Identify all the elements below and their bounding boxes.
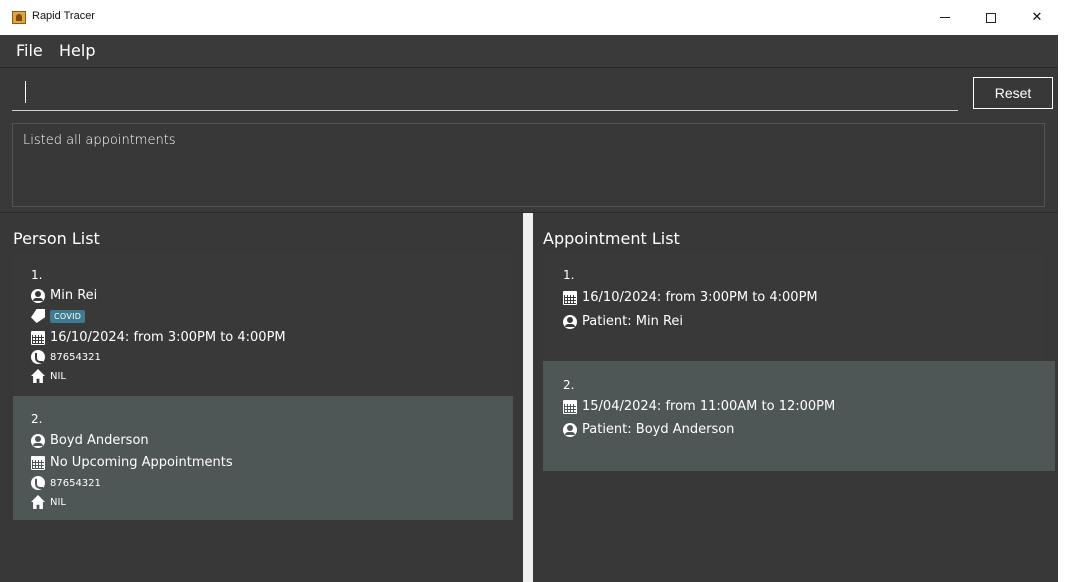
command-input[interactable] <box>12 75 958 111</box>
person-tag-row: COVID <box>31 309 86 323</box>
app-icon <box>12 11 26 24</box>
person-icon <box>563 422 577 437</box>
person-phone-row: 87654321 <box>31 350 101 364</box>
maximize-icon <box>986 12 996 23</box>
person-index: 2. <box>31 412 43 426</box>
window-title: Rapid Tracer <box>32 10 95 22</box>
menu-file[interactable]: File <box>16 41 43 60</box>
close-button[interactable]: ✕ <box>1014 0 1060 35</box>
minimize-icon <box>940 17 950 18</box>
panel-splitter[interactable] <box>523 213 533 582</box>
appointment-patient-row: Patient: Min Rei <box>563 314 683 329</box>
person-phone-row: 87654321 <box>31 476 101 490</box>
text-caret <box>25 81 26 103</box>
person-index: 1. <box>31 268 43 282</box>
person-address: NIL <box>50 496 67 508</box>
appointment-time-row: 16/10/2024: from 3:00PM to 4:00PM <box>563 290 818 305</box>
window-titlebar: Rapid Tracer ✕ <box>0 0 1065 35</box>
person-phone: 87654321 <box>50 351 101 363</box>
minimize-button[interactable] <box>922 0 968 35</box>
menu-help[interactable]: Help <box>59 41 95 60</box>
appointment-time: 15/04/2024: from 11:00AM to 12:00PM <box>582 399 836 414</box>
person-address: NIL <box>50 370 67 382</box>
maximize-button[interactable] <box>968 0 1014 35</box>
calendar-icon <box>31 455 45 470</box>
tag-badge: COVID <box>50 309 86 323</box>
phone-icon <box>31 476 45 490</box>
person-name-row: Boyd Anderson <box>31 433 149 448</box>
person-card[interactable]: 1. Min Rei COVID 16/10/2024: from 3:00PM… <box>13 253 513 395</box>
person-name: Boyd Anderson <box>50 433 149 448</box>
appointment-patient: Patient: Min Rei <box>582 314 684 329</box>
person-phone: 87654321 <box>50 477 101 489</box>
person-appointment-row: 16/10/2024: from 3:00PM to 4:00PM <box>31 330 286 345</box>
appointment-patient: Patient: Boyd Anderson <box>582 422 735 437</box>
appointment-time-row: 15/04/2024: from 11:00AM to 12:00PM <box>563 399 835 414</box>
result-display: Listed all appointments <box>12 123 1045 207</box>
calendar-icon <box>563 399 577 414</box>
appointment-list-title: Appointment List <box>543 229 680 248</box>
calendar-icon <box>31 330 45 345</box>
appointment-index: 1. <box>563 268 575 282</box>
home-icon <box>31 369 45 383</box>
person-icon <box>31 288 45 303</box>
person-icon <box>563 314 577 329</box>
person-appointment: No Upcoming Appointments <box>50 455 233 470</box>
person-appointment-row: No Upcoming Appointments <box>31 455 233 470</box>
person-list-panel[interactable]: Person List 1. Min Rei COVID 16/10/2024:… <box>0 213 523 582</box>
result-message: Listed all appointments <box>23 133 176 148</box>
appointment-card[interactable]: 1. 16/10/2024: from 3:00PM to 4:00PM Pat… <box>543 253 1043 361</box>
person-icon <box>31 433 45 448</box>
person-appointment: 16/10/2024: from 3:00PM to 4:00PM <box>50 330 286 345</box>
phone-icon <box>31 350 45 364</box>
appointment-card[interactable]: 2. 15/04/2024: from 11:00AM to 12:00PM P… <box>543 361 1055 471</box>
app-window: File Help Reset Listed all appointments … <box>0 35 1058 582</box>
appointment-time: 16/10/2024: from 3:00PM to 4:00PM <box>582 290 818 305</box>
home-icon <box>31 495 45 509</box>
appointment-list-panel[interactable]: Appointment List 1. 16/10/2024: from 3:0… <box>533 213 1058 582</box>
menu-bar: File Help <box>0 35 1058 68</box>
close-icon: ✕ <box>1031 10 1043 25</box>
person-name: Min Rei <box>50 288 98 303</box>
person-address-row: NIL <box>31 369 66 383</box>
appointment-index: 2. <box>563 378 575 392</box>
calendar-icon <box>563 290 577 305</box>
person-card[interactable]: 2. Boyd Anderson No Upcoming Appointment… <box>13 396 513 520</box>
reset-button[interactable]: Reset <box>973 77 1053 109</box>
tag-icon <box>31 309 45 323</box>
person-list-title: Person List <box>13 229 100 248</box>
person-address-row: NIL <box>31 495 66 509</box>
person-name-row: Min Rei <box>31 288 97 303</box>
appointment-patient-row: Patient: Boyd Anderson <box>563 422 734 437</box>
